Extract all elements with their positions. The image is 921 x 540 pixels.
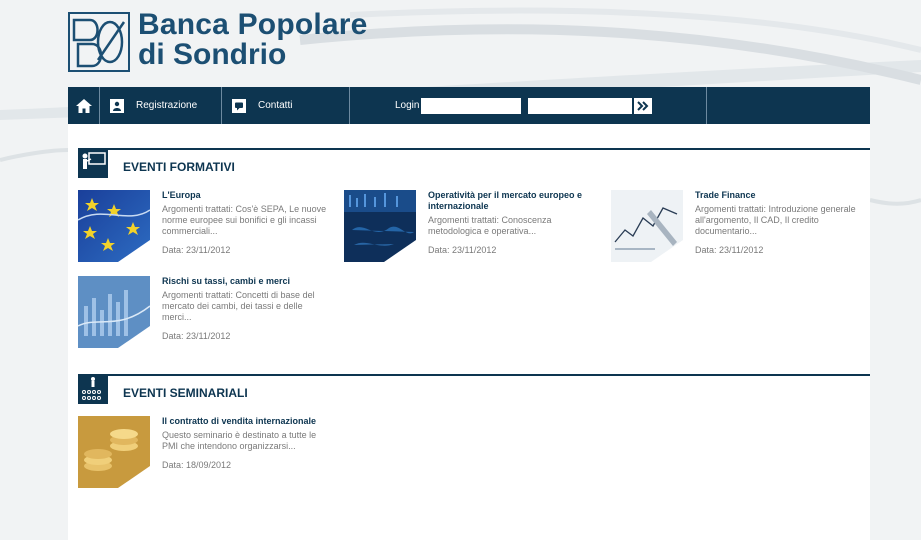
chat-bubble-icon bbox=[232, 98, 246, 113]
event-title[interactable]: Il contratto di vendita internazionale bbox=[162, 416, 330, 427]
username-input[interactable] bbox=[421, 97, 522, 114]
event-item[interactable]: Rischi su tassi, cambi e merci Argomenti… bbox=[78, 276, 328, 351]
event-item[interactable]: Trade Finance Argomenti trattati: Introd… bbox=[611, 190, 861, 265]
event-description: Argomenti trattati: Introduzione general… bbox=[695, 204, 856, 236]
event-date: Data: 23/11/2012 bbox=[162, 331, 231, 341]
event-title[interactable]: L'Europa bbox=[162, 190, 330, 201]
login-label: Login bbox=[395, 100, 420, 111]
event-title[interactable]: Trade Finance bbox=[695, 190, 863, 201]
eu-flag-image[interactable] bbox=[78, 190, 150, 262]
audience-icon bbox=[78, 374, 108, 404]
contatti-label: Contatti bbox=[258, 100, 293, 111]
section-divider bbox=[78, 148, 870, 150]
section-eventi-seminariali: EVENTI SEMINARIALI bbox=[68, 374, 870, 404]
event-title[interactable]: Operatività per il mercato europeo e int… bbox=[428, 190, 596, 212]
event-description: Argomenti trattati: Conoscenza metodolog… bbox=[428, 215, 552, 236]
event-item[interactable]: L'Europa Argomenti trattati: Cos'è SEPA,… bbox=[78, 190, 328, 265]
event-description: Argomenti trattati: Concetti di base del… bbox=[162, 290, 315, 322]
teacher-board-icon bbox=[78, 148, 108, 178]
event-description: Questo seminario è destinato a tutte le … bbox=[162, 430, 317, 451]
bank-logo-icon[interactable] bbox=[68, 12, 130, 72]
event-item[interactable]: Il contratto di vendita internazionale Q… bbox=[78, 416, 328, 491]
event-date: Data: 23/11/2012 bbox=[428, 245, 497, 255]
brand-line-1: Banca Popolare bbox=[138, 8, 368, 41]
world-map-image[interactable] bbox=[344, 190, 416, 262]
contatti-link[interactable]: Contatti bbox=[222, 87, 350, 124]
home-button[interactable] bbox=[68, 87, 100, 124]
password-input[interactable] bbox=[528, 97, 633, 114]
section-eventi-formativi: EVENTI FORMATIVI bbox=[68, 148, 870, 178]
section-title: EVENTI FORMATIVI bbox=[123, 160, 235, 174]
finance-chart-image[interactable] bbox=[78, 276, 150, 348]
login-submit-button[interactable] bbox=[634, 97, 653, 114]
event-item[interactable]: Operatività per il mercato europeo e int… bbox=[344, 190, 594, 265]
double-chevron-right-icon bbox=[637, 100, 649, 111]
event-date: Data: 23/11/2012 bbox=[695, 245, 764, 255]
brand-line-2: di Sondrio bbox=[138, 38, 287, 71]
registrazione-link[interactable]: Registrazione bbox=[100, 87, 222, 124]
chart-pen-image[interactable] bbox=[611, 190, 683, 262]
event-date: Data: 23/11/2012 bbox=[162, 245, 231, 255]
event-description: Argomenti trattati: Cos'è SEPA, Le nuove… bbox=[162, 204, 327, 236]
event-title[interactable]: Rischi su tassi, cambi e merci bbox=[162, 276, 330, 287]
section-title: EVENTI SEMINARIALI bbox=[123, 386, 248, 400]
brand-name: Banca Popolare di Sondrio bbox=[138, 10, 368, 70]
home-icon bbox=[75, 98, 92, 113]
coins-image[interactable] bbox=[78, 416, 150, 488]
login-area: Login bbox=[350, 87, 707, 124]
event-date: Data: 18/09/2012 bbox=[162, 460, 232, 470]
top-navbar: Registrazione Contatti Login bbox=[68, 87, 870, 124]
main-content: EVENTI FORMATIVI L'Europa Argomenti trat… bbox=[68, 124, 870, 540]
user-icon bbox=[110, 98, 124, 113]
registrazione-label: Registrazione bbox=[136, 100, 198, 111]
section-divider bbox=[78, 374, 870, 376]
header: Banca Popolare di Sondrio bbox=[68, 8, 368, 86]
